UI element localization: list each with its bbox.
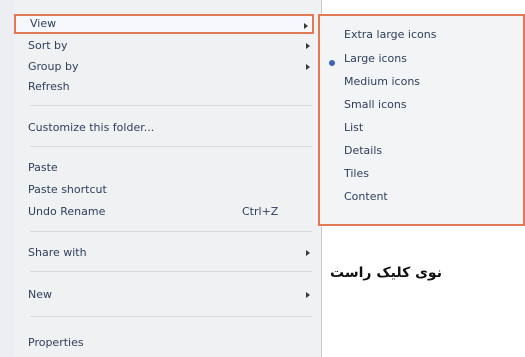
submenu-arrow-icon [306, 43, 310, 49]
submenu-arrow-icon [306, 292, 310, 298]
menu-item-label: View [30, 17, 57, 30]
menu-item-properties[interactable]: Properties [14, 333, 314, 353]
submenu-item-extra-large-icons[interactable]: Extra large icons [344, 25, 514, 45]
menu-item-undo-rename[interactable]: Undo Rename Ctrl+Z [14, 202, 314, 222]
menu-item-label: Group by [28, 60, 79, 73]
context-menu: View Sort by Group by Refresh Customize … [0, 0, 322, 357]
radio-bullet-icon [329, 60, 335, 66]
menu-separator [30, 231, 312, 232]
menu-item-customize-folder[interactable]: Customize this folder... [14, 118, 314, 138]
submenu-item-label: Small icons [344, 98, 407, 111]
submenu-item-label: List [344, 121, 364, 134]
menu-separator [30, 316, 312, 317]
menu-separator [30, 105, 312, 106]
menu-item-label: Properties [28, 336, 84, 349]
menu-item-paste-shortcut[interactable]: Paste shortcut [14, 180, 314, 200]
menu-item-refresh[interactable]: Refresh [14, 77, 314, 97]
menu-item-view[interactable]: View [14, 14, 314, 34]
submenu-item-small-icons[interactable]: Small icons [344, 95, 514, 115]
menu-item-label: Paste shortcut [28, 183, 107, 196]
submenu-arrow-icon [306, 250, 310, 256]
menu-item-label: Customize this folder... [28, 121, 155, 134]
view-submenu: Extra large icons Large icons Medium ico… [318, 14, 525, 226]
submenu-item-label: Details [344, 144, 383, 157]
menu-item-share-with[interactable]: Share with [14, 243, 314, 263]
submenu-item-list[interactable]: List [344, 118, 514, 138]
menu-item-sort-by[interactable]: Sort by [14, 36, 314, 56]
submenu-item-medium-icons[interactable]: Medium icons [344, 72, 514, 92]
menu-item-label: Share with [28, 246, 87, 259]
submenu-item-details[interactable]: Details [344, 141, 514, 161]
submenu-item-tiles[interactable]: Tiles [344, 164, 514, 184]
submenu-arrow-icon [304, 23, 308, 29]
submenu-item-label: Medium icons [344, 75, 421, 88]
persian-caption-text: نوی کلیک راست [330, 265, 442, 281]
menu-item-new[interactable]: New [14, 285, 314, 305]
submenu-arrow-icon [306, 64, 310, 70]
submenu-item-label: Extra large icons [344, 28, 437, 41]
submenu-item-label: Large icons [344, 52, 407, 65]
menu-item-label: New [28, 288, 52, 301]
menu-item-label: Refresh [28, 80, 70, 93]
menu-item-paste[interactable]: Paste [14, 158, 314, 178]
menu-icon-gutter [0, 0, 14, 357]
menu-separator [30, 146, 312, 147]
shortcut-label: Ctrl+Z [242, 205, 279, 218]
menu-item-label: Paste [28, 161, 58, 174]
menu-separator [30, 271, 312, 272]
menu-item-label: Undo Rename [28, 205, 106, 218]
menu-item-label: Sort by [28, 39, 68, 52]
submenu-item-label: Tiles [344, 167, 369, 180]
menu-item-group-by[interactable]: Group by [14, 57, 314, 77]
submenu-item-large-icons[interactable]: Large icons [344, 49, 514, 69]
submenu-item-content[interactable]: Content [344, 187, 514, 207]
submenu-item-label: Content [344, 190, 388, 203]
